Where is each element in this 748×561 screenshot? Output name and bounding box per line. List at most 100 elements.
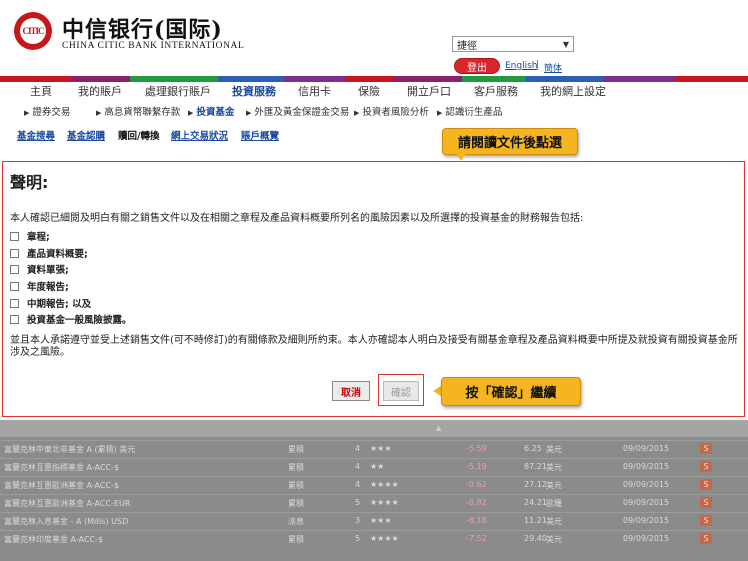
- fund-rating: ★★★: [370, 516, 392, 525]
- checkbox-risk-disclosure[interactable]: 投資基金一般風險披露。: [10, 313, 132, 326]
- nav-color-band: [0, 76, 748, 82]
- fund-price: 11.21: [524, 516, 547, 525]
- sell-button[interactable]: S: [700, 533, 712, 544]
- logout-button[interactable]: 登出: [454, 58, 500, 74]
- checkbox-icon[interactable]: [10, 231, 19, 241]
- bank-logo: CITIC: [14, 12, 52, 50]
- nav-item-insurance[interactable]: 保險: [358, 83, 380, 99]
- fund-currency: 美元: [546, 481, 562, 490]
- subnav-item-deposits[interactable]: ▶ 高息貨幣聯繫存款: [96, 104, 180, 118]
- checkbox-icon[interactable]: [10, 314, 19, 324]
- fund-date: 09/09/2015: [623, 462, 670, 471]
- nav-item-online-settings[interactable]: 我的網上設定: [540, 83, 606, 99]
- confirm-button[interactable]: 確認: [383, 381, 419, 401]
- table-row[interactable]: 富蘭克林互惠指標基金 A-ACC-$ 累積 4 ★★ -5.19 87.21 美元 09/09…: [0, 458, 748, 475]
- statement-note: 並且本人承諾遵守並受上述銷售文件(可不時修訂)的有關條款及細則所約束。本人亦確認…: [10, 335, 738, 358]
- fund-price: 29.40: [524, 534, 547, 543]
- table-row[interactable]: 富蘭克林入息基金 - A (Mdis) USD 派息 3 ★★★ -8.18 11.21 美…: [0, 512, 748, 529]
- fund-name: 富蘭克林入息基金 - A (Mdis) USD: [4, 517, 129, 526]
- checkbox-label: 章程;: [27, 232, 50, 243]
- fund-distribution: 累積: [288, 445, 304, 454]
- fund-name: 富蘭克林互惠歐洲基金 A-ACC-EUR: [4, 499, 131, 508]
- fund-distribution: 累積: [288, 463, 304, 472]
- table-row[interactable]: 富蘭克林印度基金 A-ACC-$ 累積 5 ★★★★ -7.52 29.40 美元 09/09…: [0, 530, 748, 547]
- checkbox-label: 資料單張;: [27, 265, 69, 276]
- subnav-item-fx-gold[interactable]: ▶ 外匯及黃金保證金交易: [246, 104, 349, 118]
- fund-price: 24.21: [524, 498, 547, 507]
- checkbox-label: 中期報告; 以及: [27, 299, 92, 310]
- fund-rating: ★★★★: [370, 480, 399, 489]
- tab-transaction-status[interactable]: 網上交易狀況: [171, 128, 228, 142]
- checkbox-interim-report[interactable]: 中期報告; 以及: [10, 297, 92, 310]
- nav-item-open-account[interactable]: 開立戶口: [407, 83, 451, 99]
- cancel-button[interactable]: 取消: [332, 381, 370, 401]
- color-band-segment: [462, 76, 526, 82]
- fund-price: 27.12: [524, 480, 547, 489]
- fund-return: -0.62: [466, 480, 487, 489]
- fund-rating: ★★★★: [370, 534, 399, 543]
- subnav-item-securities[interactable]: ▶ 證券交易: [24, 104, 70, 118]
- fund-return: -0.82: [466, 498, 487, 507]
- tab-account-overview[interactable]: 賬戶概覽: [241, 128, 279, 142]
- fund-rating: ★★: [370, 462, 385, 471]
- color-band-segment: [676, 76, 748, 82]
- sell-button[interactable]: S: [700, 461, 712, 472]
- table-row[interactable]: 富蘭克林互惠歐洲基金 A-ACC-$ 累積 4 ★★★★ -0.62 27.12 美元 09/…: [0, 476, 748, 493]
- checkbox-label: 年度報告;: [27, 282, 69, 293]
- nav-item-credit-card[interactable]: 信用卡: [298, 83, 331, 99]
- triangle-right-icon: ▶: [24, 109, 30, 117]
- language-separator: |: [536, 60, 540, 70]
- checkbox-prospectus[interactable]: 章程;: [10, 230, 50, 243]
- fund-distribution: 派息: [288, 517, 304, 526]
- shortcut-select-value: 捷徑: [457, 40, 477, 52]
- triangle-right-icon: ▶: [354, 109, 360, 117]
- tab-fund-search[interactable]: 基金搜尋: [17, 128, 55, 142]
- logo-emblem-text: CITIC: [20, 18, 46, 44]
- nav-item-investment[interactable]: 投資服務: [232, 83, 276, 99]
- checkbox-icon[interactable]: [10, 281, 19, 291]
- color-band-segment: [604, 76, 676, 82]
- fund-return: -5.59: [466, 444, 487, 453]
- table-row[interactable]: 富蘭克林互惠歐洲基金 A-ACC-EUR 累積 5 ★★★★ -0.82 24.21 歐羅 0…: [0, 494, 748, 511]
- fund-return: -7.52: [466, 534, 487, 543]
- checkbox-icon[interactable]: [10, 264, 19, 274]
- subnav-item-funds[interactable]: ▶ 投資基金: [188, 104, 234, 118]
- tab-fund-subscribe[interactable]: 基金認購: [67, 128, 105, 142]
- checkbox-kfs[interactable]: 產品資料概要;: [10, 247, 88, 260]
- checkbox-factsheet[interactable]: 資料單張;: [10, 263, 69, 276]
- nav-item-banking[interactable]: 處理銀行賬戶: [145, 83, 211, 99]
- fund-price: 6.25: [524, 444, 542, 453]
- fund-distribution: 累積: [288, 481, 304, 490]
- checkbox-icon[interactable]: [10, 248, 19, 258]
- nav-item-home[interactable]: 主頁: [30, 83, 52, 99]
- fund-date: 09/09/2015: [623, 516, 670, 525]
- fund-return: -8.18: [466, 516, 487, 525]
- subnav-label: 高息貨幣聯繫存款: [104, 107, 181, 118]
- sell-button[interactable]: S: [700, 443, 712, 454]
- sub-nav: ▶ 證券交易 ▶ 高息貨幣聯繫存款 ▶ 投資基金 ▶ 外匯及黃金保證金交易 ▶ 投資者風險…: [0, 104, 748, 120]
- english-language-link[interactable]: English: [505, 61, 538, 71]
- brand-name-chinese: 中信银行(国际): [62, 17, 223, 43]
- sell-button[interactable]: S: [700, 515, 712, 526]
- shortcut-select[interactable]: 捷徑 ▼: [452, 36, 574, 52]
- subnav-item-derivatives[interactable]: ▶ 認識衍生產品: [437, 104, 502, 118]
- brand-name-english: CHINA CITIC BANK INTERNATIONAL: [62, 41, 245, 51]
- checkbox-annual-report[interactable]: 年度報告;: [10, 280, 69, 293]
- checkbox-label: 投資基金一般風險披露。: [27, 315, 132, 326]
- checkbox-label: 產品資料概要;: [27, 249, 88, 260]
- subnav-label: 投資基金: [196, 107, 235, 118]
- table-row[interactable]: 富蘭克林中東北非基金 A (累積) 美元 累積 4 ★★★ -5.59 6.25 美元 09/…: [0, 440, 748, 457]
- fund-name: 富蘭克林印度基金 A-ACC-$: [4, 535, 104, 544]
- sell-button[interactable]: S: [700, 497, 712, 508]
- fund-return: -5.19: [466, 462, 487, 471]
- subnav-item-risk-profile[interactable]: ▶ 投資者風險分析: [354, 104, 429, 118]
- color-band-segment: [284, 76, 346, 82]
- color-band-segment: [526, 76, 604, 82]
- nav-item-my-account[interactable]: 我的賬戶: [78, 83, 122, 99]
- sell-button[interactable]: S: [700, 479, 712, 490]
- tab-redeem-switch[interactable]: 贖回/轉換: [118, 128, 159, 142]
- checkbox-icon[interactable]: [10, 298, 19, 308]
- nav-item-customer-service[interactable]: 客戶服務: [474, 83, 518, 99]
- simplified-chinese-link[interactable]: 簡体: [544, 61, 562, 74]
- fund-risk-level: 3: [355, 516, 361, 525]
